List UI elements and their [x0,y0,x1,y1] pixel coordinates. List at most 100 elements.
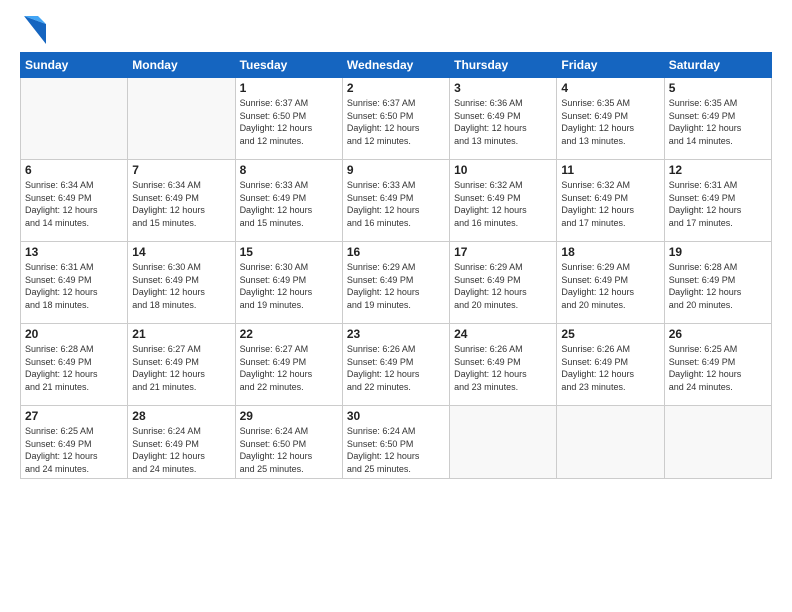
calendar-cell [450,406,557,479]
day-info: Sunrise: 6:37 AM Sunset: 6:50 PM Dayligh… [347,97,445,147]
day-number: 13 [25,245,123,259]
day-info: Sunrise: 6:34 AM Sunset: 6:49 PM Dayligh… [25,179,123,229]
day-info: Sunrise: 6:34 AM Sunset: 6:49 PM Dayligh… [132,179,230,229]
day-number: 3 [454,81,552,95]
calendar-week-row: 20 Sunrise: 6:28 AM Sunset: 6:49 PM Dayli… [21,324,772,406]
calendar-table: SundayMondayTuesdayWednesdayThursdayFrid… [20,52,772,479]
day-info: Sunrise: 6:31 AM Sunset: 6:49 PM Dayligh… [669,179,767,229]
calendar-header-saturday: Saturday [664,53,771,78]
calendar-cell: 20 Sunrise: 6:28 AM Sunset: 6:49 PM Dayli… [21,324,128,406]
day-number: 4 [561,81,659,95]
day-info: Sunrise: 6:37 AM Sunset: 6:50 PM Dayligh… [240,97,338,147]
day-number: 9 [347,163,445,177]
day-number: 2 [347,81,445,95]
calendar-cell: 18 Sunrise: 6:29 AM Sunset: 6:49 PM Dayli… [557,242,664,324]
calendar-cell [557,406,664,479]
calendar-cell: 19Sunrise: 6:28 AM Sunset: 6:49 PM Dayli… [664,242,771,324]
header [20,16,772,44]
day-info: Sunrise: 6:24 AM Sunset: 6:49 PM Dayligh… [132,425,230,475]
logo-icon [24,16,46,44]
calendar-cell: 17 Sunrise: 6:29 AM Sunset: 6:49 PM Dayli… [450,242,557,324]
calendar-cell: 28 Sunrise: 6:24 AM Sunset: 6:49 PM Dayli… [128,406,235,479]
day-number: 28 [132,409,230,423]
calendar-header-row: SundayMondayTuesdayWednesdayThursdayFrid… [21,53,772,78]
day-info: Sunrise: 6:25 AM Sunset: 6:49 PM Dayligh… [669,343,767,393]
day-number: 25 [561,327,659,341]
calendar-cell: 22 Sunrise: 6:27 AM Sunset: 6:49 PM Dayli… [235,324,342,406]
day-number: 17 [454,245,552,259]
day-number: 22 [240,327,338,341]
calendar-header-thursday: Thursday [450,53,557,78]
day-number: 20 [25,327,123,341]
calendar-cell: 11 Sunrise: 6:32 AM Sunset: 6:49 PM Dayli… [557,160,664,242]
calendar-cell: 21 Sunrise: 6:27 AM Sunset: 6:49 PM Dayli… [128,324,235,406]
calendar-cell: 10 Sunrise: 6:32 AM Sunset: 6:49 PM Dayli… [450,160,557,242]
day-number: 26 [669,327,767,341]
calendar-week-row: 27 Sunrise: 6:25 AM Sunset: 6:49 PM Dayli… [21,406,772,479]
day-number: 27 [25,409,123,423]
calendar-cell: 27 Sunrise: 6:25 AM Sunset: 6:49 PM Dayli… [21,406,128,479]
day-info: Sunrise: 6:29 AM Sunset: 6:49 PM Dayligh… [454,261,552,311]
calendar-cell: 5 Sunrise: 6:35 AM Sunset: 6:49 PM Daylig… [664,78,771,160]
day-number: 11 [561,163,659,177]
day-info: Sunrise: 6:27 AM Sunset: 6:49 PM Dayligh… [132,343,230,393]
day-info: Sunrise: 6:24 AM Sunset: 6:50 PM Dayligh… [240,425,338,475]
day-number: 12 [669,163,767,177]
day-info: Sunrise: 6:28 AM Sunset: 6:49 PM Dayligh… [25,343,123,393]
day-info: Sunrise: 6:24 AM Sunset: 6:50 PM Dayligh… [347,425,445,475]
day-number: 14 [132,245,230,259]
calendar-week-row: 1 Sunrise: 6:37 AM Sunset: 6:50 PM Daylig… [21,78,772,160]
day-number: 18 [561,245,659,259]
day-number: 29 [240,409,338,423]
day-info: Sunrise: 6:33 AM Sunset: 6:49 PM Dayligh… [347,179,445,229]
calendar-cell [128,78,235,160]
day-number: 5 [669,81,767,95]
calendar-week-row: 6 Sunrise: 6:34 AM Sunset: 6:49 PM Daylig… [21,160,772,242]
calendar-cell: 8Sunrise: 6:33 AM Sunset: 6:49 PM Daylig… [235,160,342,242]
calendar-cell: 13 Sunrise: 6:31 AM Sunset: 6:49 PM Dayli… [21,242,128,324]
day-info: Sunrise: 6:32 AM Sunset: 6:49 PM Dayligh… [561,179,659,229]
calendar-cell: 7 Sunrise: 6:34 AM Sunset: 6:49 PM Daylig… [128,160,235,242]
day-info: Sunrise: 6:30 AM Sunset: 6:49 PM Dayligh… [240,261,338,311]
day-number: 16 [347,245,445,259]
day-number: 24 [454,327,552,341]
day-info: Sunrise: 6:25 AM Sunset: 6:49 PM Dayligh… [25,425,123,475]
calendar-cell: 26 Sunrise: 6:25 AM Sunset: 6:49 PM Dayli… [664,324,771,406]
day-info: Sunrise: 6:26 AM Sunset: 6:49 PM Dayligh… [454,343,552,393]
calendar-cell: 14 Sunrise: 6:30 AM Sunset: 6:49 PM Dayli… [128,242,235,324]
logo [20,16,46,44]
day-info: Sunrise: 6:32 AM Sunset: 6:49 PM Dayligh… [454,179,552,229]
day-info: Sunrise: 6:31 AM Sunset: 6:49 PM Dayligh… [25,261,123,311]
day-info: Sunrise: 6:35 AM Sunset: 6:49 PM Dayligh… [669,97,767,147]
day-number: 1 [240,81,338,95]
calendar-cell: 2 Sunrise: 6:37 AM Sunset: 6:50 PM Daylig… [342,78,449,160]
calendar-cell: 15Sunrise: 6:30 AM Sunset: 6:49 PM Dayli… [235,242,342,324]
calendar-header-monday: Monday [128,53,235,78]
day-info: Sunrise: 6:27 AM Sunset: 6:49 PM Dayligh… [240,343,338,393]
calendar-cell: 4 Sunrise: 6:35 AM Sunset: 6:49 PM Daylig… [557,78,664,160]
day-info: Sunrise: 6:29 AM Sunset: 6:49 PM Dayligh… [561,261,659,311]
calendar-cell: 6 Sunrise: 6:34 AM Sunset: 6:49 PM Daylig… [21,160,128,242]
calendar-header-wednesday: Wednesday [342,53,449,78]
calendar-cell: 24 Sunrise: 6:26 AM Sunset: 6:49 PM Dayli… [450,324,557,406]
day-info: Sunrise: 6:35 AM Sunset: 6:49 PM Dayligh… [561,97,659,147]
calendar-cell: 23 Sunrise: 6:26 AM Sunset: 6:49 PM Dayli… [342,324,449,406]
day-number: 21 [132,327,230,341]
calendar-cell: 16 Sunrise: 6:29 AM Sunset: 6:49 PM Dayli… [342,242,449,324]
day-number: 6 [25,163,123,177]
calendar-week-row: 13 Sunrise: 6:31 AM Sunset: 6:49 PM Dayli… [21,242,772,324]
calendar-header-sunday: Sunday [21,53,128,78]
calendar-cell [664,406,771,479]
day-info: Sunrise: 6:26 AM Sunset: 6:49 PM Dayligh… [347,343,445,393]
day-number: 7 [132,163,230,177]
calendar-cell: 29 Sunrise: 6:24 AM Sunset: 6:50 PM Dayli… [235,406,342,479]
calendar-cell [21,78,128,160]
day-info: Sunrise: 6:26 AM Sunset: 6:49 PM Dayligh… [561,343,659,393]
day-number: 10 [454,163,552,177]
day-info: Sunrise: 6:29 AM Sunset: 6:49 PM Dayligh… [347,261,445,311]
calendar-cell: 9 Sunrise: 6:33 AM Sunset: 6:49 PM Daylig… [342,160,449,242]
day-number: 30 [347,409,445,423]
day-number: 23 [347,327,445,341]
day-info: Sunrise: 6:36 AM Sunset: 6:49 PM Dayligh… [454,97,552,147]
day-info: Sunrise: 6:30 AM Sunset: 6:49 PM Dayligh… [132,261,230,311]
